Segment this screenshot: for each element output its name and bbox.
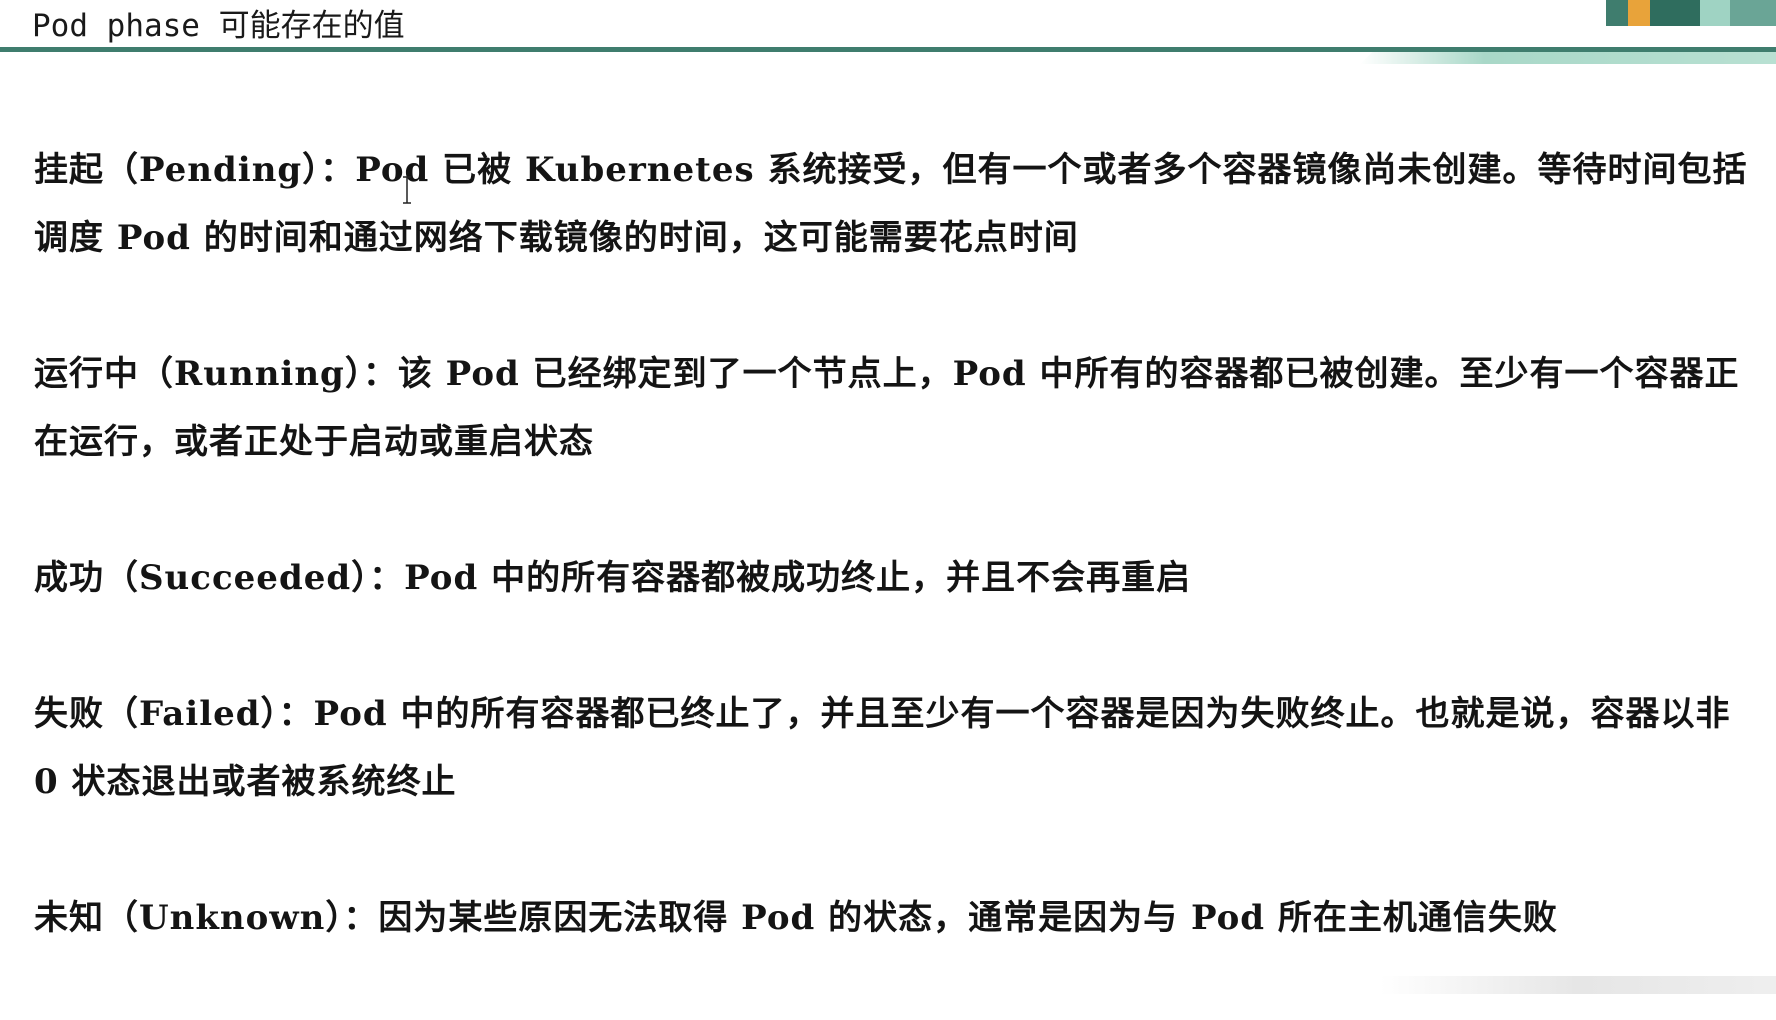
phase-description: 因为某些原因无法取得 Pod 的状态，通常是因为与 Pod 所在主机通信失败 <box>378 898 1558 938</box>
phase-term: 挂起（Pending）： <box>34 150 356 190</box>
phase-item-running: 运行中（Running）：该 Pod 已经绑定到了一个节点上，Pod 中所有的容… <box>34 340 1759 476</box>
phase-term: 未知（Unknown）： <box>34 898 379 938</box>
phase-item-unknown: 未知（Unknown）：因为某些原因无法取得 Pod 的状态，通常是因为与 Po… <box>34 884 1759 952</box>
page-title: Pod phase 可能存在的值 <box>32 8 405 44</box>
header-accent-stripe <box>1360 52 1776 64</box>
phase-term: 运行中（Running）： <box>34 354 398 394</box>
phase-item-pending: 挂起（Pending）：Pod 已被 Kubernetes 系统接受，但有一个或… <box>34 136 1759 272</box>
slide-header: Pod phase 可能存在的值 <box>0 0 1776 66</box>
phase-description: Pod 中的所有容器都被成功终止，并且不会再重启 <box>404 558 1192 598</box>
phase-item-succeeded: 成功（Succeeded）：Pod 中的所有容器都被成功终止，并且不会再重启 <box>34 544 1759 612</box>
text-cursor-icon <box>403 176 411 204</box>
phase-item-failed: 失败（Failed）：Pod 中的所有容器都已终止了，并且至少有一个容器是因为失… <box>34 680 1759 816</box>
phase-term: 失败（Failed）： <box>34 694 314 734</box>
phase-list: 挂起（Pending）：Pod 已被 Kubernetes 系统接受，但有一个或… <box>34 136 1759 1020</box>
header-divider <box>0 47 1776 52</box>
watermark <box>1380 976 1776 994</box>
phase-term: 成功（Succeeded）： <box>34 558 405 598</box>
corner-logo <box>1606 0 1776 26</box>
